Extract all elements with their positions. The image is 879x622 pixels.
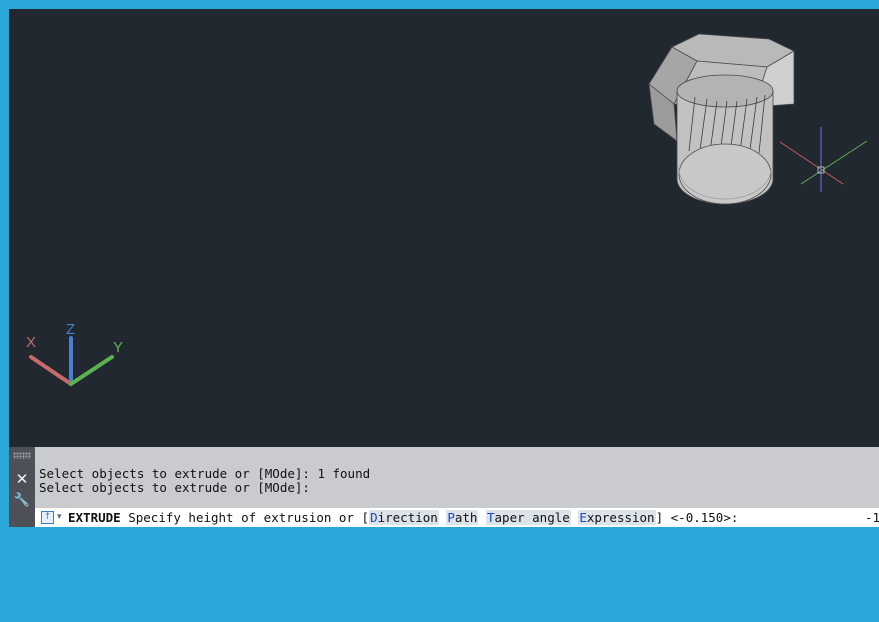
history-line: Select objects to extrude or [MOde]: 1 f…: [39, 466, 371, 481]
ucs-x-label: X: [26, 334, 36, 351]
ucs-z-label: Z: [66, 321, 75, 338]
application-frame: X Z Y ✕ 🔧 Select objects to extrude or […: [0, 0, 879, 527]
history-line: Select objects to extrude or [MOde]:: [39, 480, 310, 495]
drawing-viewport[interactable]: X Z Y: [9, 9, 879, 447]
extrude-command-icon[interactable]: ↑: [41, 511, 54, 524]
command-window: ✕ 🔧 Select objects to extrude or [MOde]:…: [9, 447, 879, 527]
wrench-icon[interactable]: 🔧: [12, 491, 32, 511]
bolt-model[interactable]: [648, 33, 795, 205]
option-taper-angle[interactable]: Taper angle: [485, 510, 571, 525]
shank-top-ellipse: [676, 74, 774, 108]
crosshair-cursor: [779, 127, 868, 192]
ucs-icon: X Z Y: [26, 321, 123, 386]
command-line-input[interactable]: ↑ ▾ EXTRUDE Specify height of extrusion …: [35, 508, 879, 527]
close-icon[interactable]: ✕: [12, 469, 32, 489]
option-path[interactable]: Path: [446, 510, 479, 525]
prompt-text: Specify height of extrusion or: [128, 510, 354, 525]
option-expression[interactable]: Expression: [578, 510, 656, 525]
option-direction[interactable]: Direction: [369, 510, 439, 525]
drag-grip-handle[interactable]: [13, 452, 31, 459]
ucs-y-label: Y: [113, 339, 123, 356]
command-window-sidebar: ✕ 🔧: [9, 447, 35, 527]
command-name: EXTRUDE: [68, 510, 121, 525]
default-value: <-0.150>:: [670, 510, 739, 525]
viewport-canvas: X Z Y: [26, 33, 868, 386]
command-prompt: EXTRUDE Specify height of extrusion or […: [68, 510, 739, 525]
typed-input[interactable]: -1.5: [865, 508, 879, 527]
command-history: Select objects to extrude or [MOde]: 1 f…: [39, 467, 370, 495]
recent-commands-dropdown-icon[interactable]: ▾: [57, 508, 62, 527]
shank-end-cap: [678, 143, 772, 205]
